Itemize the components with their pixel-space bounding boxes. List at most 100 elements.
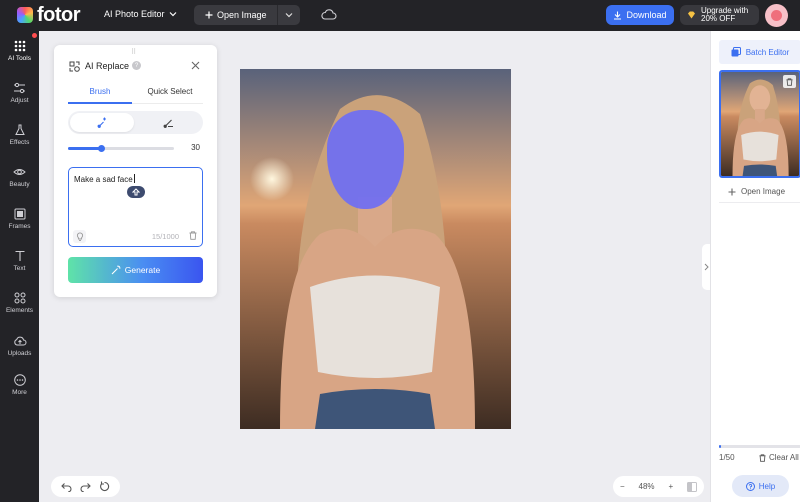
char-count: 15/1000	[151, 232, 179, 241]
logo-mark-icon	[17, 7, 33, 23]
idea-button[interactable]	[73, 230, 86, 243]
right-panel-toggle[interactable]	[702, 244, 710, 290]
top-bar: fotor AI Photo Editor Open Image Downloa…	[0, 0, 800, 31]
zoom-out-button[interactable]: −	[620, 482, 625, 491]
upgrade-text: Upgrade with 20% OFF	[701, 7, 748, 23]
add-image-label: Open Image	[741, 187, 786, 196]
redo-icon[interactable]	[80, 482, 91, 492]
sidebar-item-ai-tools[interactable]: AI Tools	[0, 40, 39, 62]
cloud-upload-icon	[13, 336, 26, 346]
sidebar-item-label: More	[12, 389, 27, 396]
zoom-in-button[interactable]: +	[668, 482, 673, 491]
sidebar-item-beauty[interactable]: Beauty	[0, 166, 39, 188]
text-caret	[133, 174, 135, 183]
avatar[interactable]	[765, 4, 788, 27]
brush-size-slider[interactable]	[68, 145, 174, 152]
brush-mode-toggle	[68, 111, 203, 134]
active-tab-indicator	[68, 102, 132, 104]
chevron-right-icon	[704, 263, 709, 271]
sidebar-item-adjust[interactable]: Adjust	[0, 82, 39, 104]
upgrade-line2: 20% OFF	[701, 14, 736, 23]
generate-label: Generate	[124, 265, 161, 275]
chevron-down-icon	[285, 13, 293, 18]
image-count: 1/50	[719, 453, 735, 462]
shapes-icon	[14, 292, 25, 304]
prompt-suggest-button[interactable]	[127, 186, 145, 198]
trash-icon	[786, 77, 793, 86]
app-mode-label: AI Photo Editor	[104, 9, 165, 19]
slider-knob[interactable]	[97, 145, 105, 152]
download-icon	[614, 11, 622, 20]
brush-plus-icon	[97, 117, 106, 128]
prompt-text: Make a sad face	[74, 174, 135, 184]
brush-erase-button[interactable]	[136, 113, 200, 132]
panel-title: AI Replace	[85, 61, 130, 71]
cloud-icon[interactable]	[321, 8, 337, 22]
fotor-logo[interactable]: fotor	[17, 5, 81, 25]
grid-icon	[14, 40, 25, 52]
sidebar-item-label: AI Tools	[7, 55, 31, 62]
upgrade-button[interactable]: Upgrade with 20% OFF	[680, 5, 759, 25]
sidebar-item-label: Text	[13, 265, 26, 272]
batch-editor-button[interactable]: Batch Editor	[719, 40, 800, 64]
add-image-button[interactable]: Open Image	[728, 187, 785, 196]
prompt-text-value: Make a sad face	[74, 175, 133, 184]
text-icon	[15, 250, 24, 261]
chevron-down-icon	[169, 12, 176, 17]
help-button[interactable]: Help	[732, 475, 789, 497]
compare-icon[interactable]	[687, 481, 698, 492]
open-image-dropdown[interactable]	[278, 11, 300, 19]
ai-replace-panel: ⠿ AI Replace ? Brush Quick Select 30 Mak…	[54, 45, 217, 297]
open-image-label: Open Image	[217, 10, 267, 20]
reset-icon[interactable]	[99, 481, 110, 492]
lightbulb-icon	[76, 232, 83, 241]
sidebar-item-more[interactable]: More	[0, 374, 39, 396]
sidebar-item-label: Uploads	[7, 350, 32, 357]
slider-fill	[68, 147, 101, 150]
prompt-input[interactable]: Make a sad face 15/1000	[68, 167, 203, 247]
ai-replace-icon	[69, 61, 80, 72]
right-panel: Batch Editor Open Image 1/50 Clear All	[710, 31, 800, 502]
divider	[719, 202, 800, 203]
sidebar-item-label: Elements	[5, 307, 34, 314]
tab-brush[interactable]: Brush	[68, 87, 132, 96]
drag-handle-icon[interactable]: ⠿	[131, 48, 137, 56]
sidebar-item-elements[interactable]: Elements	[0, 292, 39, 314]
sidebar-item-label: Effects	[9, 139, 30, 146]
download-button[interactable]: Download	[606, 5, 674, 25]
app-mode-dropdown[interactable]: AI Photo Editor	[104, 9, 177, 19]
sidebar-item-effects[interactable]: Effects	[0, 124, 39, 146]
sidebar-item-text[interactable]: Text	[0, 250, 39, 272]
open-image-button[interactable]: Open Image	[194, 5, 278, 25]
batch-editor-label: Batch Editor	[745, 47, 790, 57]
flask-icon	[14, 124, 25, 135]
generate-button[interactable]: Generate	[68, 257, 203, 283]
thumbnail-delete-button[interactable]	[783, 75, 796, 88]
sidebar-item-label: Adjust	[10, 97, 29, 104]
brush-add-button[interactable]	[70, 113, 134, 132]
frame-icon	[14, 208, 25, 220]
batch-icon	[731, 47, 741, 57]
image-thumbnail[interactable]	[719, 70, 800, 178]
help-icon[interactable]: ?	[132, 61, 141, 70]
progress-fill	[719, 445, 721, 448]
plus-icon	[728, 188, 736, 195]
download-label: Download	[626, 10, 667, 20]
clear-all-button[interactable]: Clear All	[759, 453, 799, 462]
notification-dot	[32, 33, 37, 38]
sidebar-item-frames[interactable]: Frames	[0, 208, 39, 230]
magic-wand-icon	[111, 265, 121, 275]
zoom-value: 48%	[638, 482, 655, 491]
open-image-group: Open Image	[194, 5, 300, 25]
tab-quick-select[interactable]: Quick Select	[138, 87, 202, 96]
eye-icon	[13, 169, 26, 175]
trash-icon[interactable]	[189, 231, 197, 240]
plus-icon	[205, 11, 213, 19]
brush-size-value: 30	[191, 143, 200, 152]
close-icon[interactable]	[191, 61, 200, 70]
sidebar-item-uploads[interactable]: Uploads	[0, 335, 39, 357]
sidebar-item-label: Beauty	[9, 181, 30, 188]
clear-all-label: Clear All	[769, 453, 799, 462]
eraser-icon	[163, 119, 173, 128]
undo-icon[interactable]	[61, 482, 72, 492]
